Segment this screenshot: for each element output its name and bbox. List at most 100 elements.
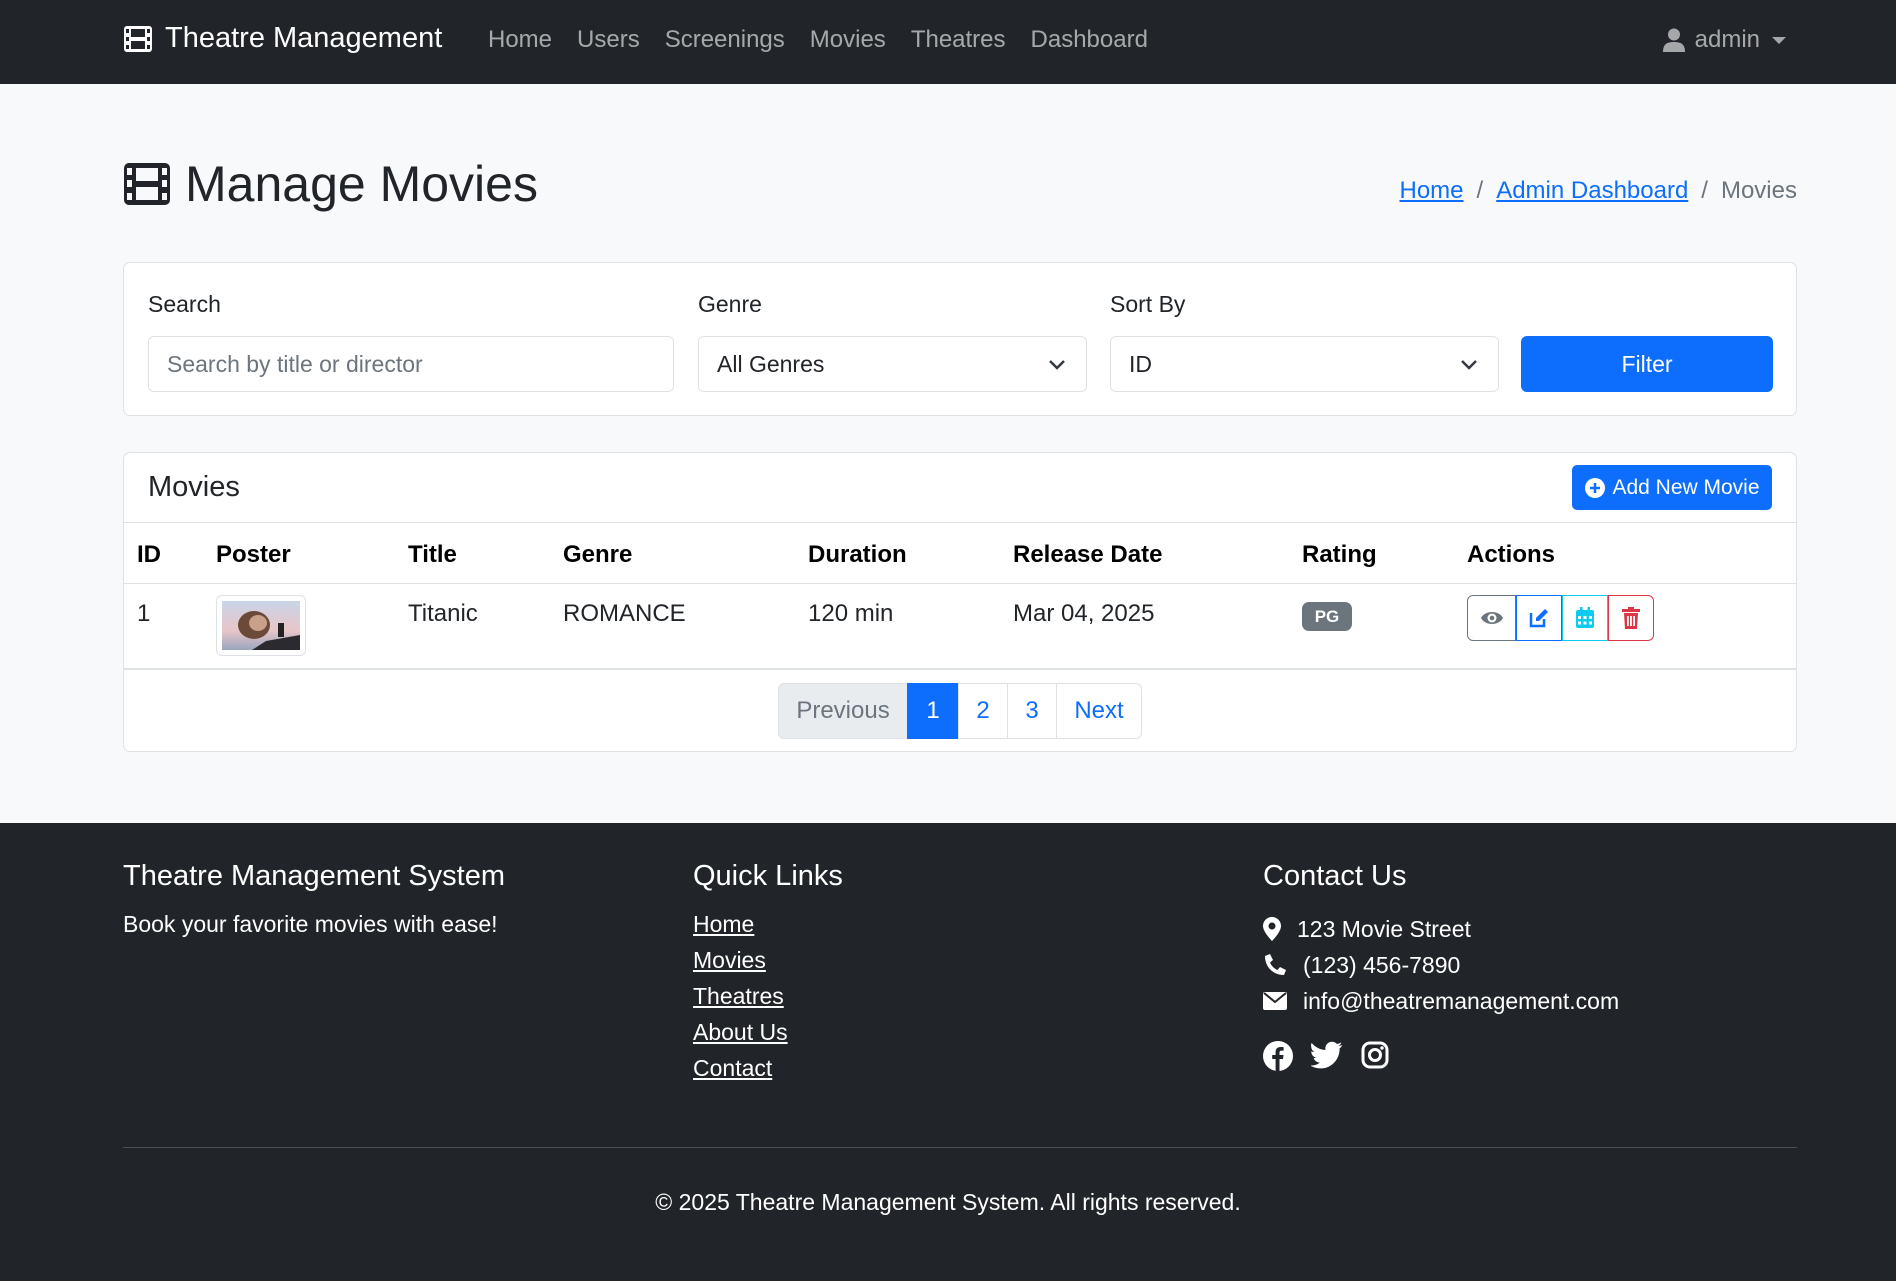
contact-address-text: 123 Movie Street xyxy=(1297,915,1471,942)
user-dropdown[interactable]: admin xyxy=(1662,26,1786,54)
add-new-movie-label: Add New Movie xyxy=(1612,475,1760,499)
add-new-movie-button[interactable]: Add New Movie xyxy=(1572,465,1772,510)
genre-select-value: All Genres xyxy=(717,350,825,377)
view-button[interactable] xyxy=(1467,595,1516,641)
nav-links: Home Users Screenings Movies Theatres Da… xyxy=(488,26,1173,54)
user-icon xyxy=(1662,28,1685,52)
footer-link-theatres[interactable]: Theatres xyxy=(693,983,788,1019)
brand-text: Theatre Management xyxy=(165,22,443,54)
breadcrumb-separator: / xyxy=(1701,177,1708,204)
movies-card-title: Movies xyxy=(148,471,240,503)
filter-button[interactable]: Filter xyxy=(1521,336,1773,392)
facebook-icon[interactable] xyxy=(1263,1041,1293,1071)
phone-icon xyxy=(1265,954,1286,975)
nav-screenings[interactable]: Screenings xyxy=(665,26,785,54)
film-icon xyxy=(124,25,152,52)
envelope-icon xyxy=(1263,992,1287,1010)
map-marker-icon xyxy=(1263,917,1281,941)
contact-phone: (123) 456-7890 xyxy=(1263,947,1619,983)
cell-title: Titanic xyxy=(408,600,478,627)
edit-icon xyxy=(1529,609,1548,628)
rating-badge: PG xyxy=(1302,602,1352,631)
footer-divider xyxy=(123,1147,1797,1148)
nav-theatres[interactable]: Theatres xyxy=(911,26,1006,54)
plus-circle-icon xyxy=(1585,477,1606,498)
top-navbar: Theatre Management Home Users Screenings… xyxy=(0,0,1896,84)
nav-users[interactable]: Users xyxy=(577,26,640,54)
user-name: admin xyxy=(1694,26,1760,53)
footer-about-text: Book your favorite movies with ease! xyxy=(123,911,498,937)
search-input[interactable]: Search by title or director xyxy=(148,336,674,392)
column-header-duration: Duration xyxy=(808,541,907,568)
column-header-id: ID xyxy=(137,541,161,568)
column-header-genre: Genre xyxy=(563,541,633,568)
twitter-icon[interactable] xyxy=(1311,1041,1343,1069)
brand-link[interactable]: Theatre Management xyxy=(123,22,442,55)
chevron-down-icon xyxy=(1461,360,1477,370)
nav-dashboard[interactable]: Dashboard xyxy=(1031,26,1148,54)
schedule-button[interactable] xyxy=(1562,595,1608,641)
breadcrumb: Home / Admin Dashboard / Movies xyxy=(1399,177,1797,205)
footer-contact-info: 123 Movie Street (123) 456-7890 info@the… xyxy=(1263,911,1619,1019)
page-title: Manage Movies xyxy=(123,155,538,213)
nav-home[interactable]: Home xyxy=(488,26,552,54)
sort-label: Sort By xyxy=(1110,291,1186,317)
column-header-actions: Actions xyxy=(1467,541,1556,568)
contact-email: info@theatremanagement.com xyxy=(1263,983,1619,1019)
pagination-page-1[interactable]: 1 xyxy=(907,683,959,739)
table-row: 1 Titanic ROMANCE 120 min Mar 04, 2025 P… xyxy=(124,584,1796,670)
footer-link-about-us[interactable]: About Us xyxy=(693,1019,788,1055)
breadcrumb-separator: / xyxy=(1476,177,1484,204)
poster-image xyxy=(222,601,300,650)
column-header-title: Title xyxy=(408,541,457,568)
contact-email-text: info@theatremanagement.com xyxy=(1303,987,1620,1014)
nav-movies[interactable]: Movies xyxy=(810,26,886,54)
caret-down-icon xyxy=(1772,36,1786,44)
table-header-row: ID Poster Title Genre Duration Release D… xyxy=(124,523,1796,584)
pagination-page-2[interactable]: 2 xyxy=(958,683,1008,739)
search-label: Search xyxy=(148,291,221,317)
filter-card: Search Search by title or director Genre… xyxy=(123,262,1797,416)
footer-link-movies[interactable]: Movies xyxy=(693,947,788,983)
cell-duration: 120 min xyxy=(808,600,894,627)
genre-select[interactable]: All Genres xyxy=(698,336,1087,392)
column-header-poster: Poster xyxy=(216,541,291,568)
footer-contact-title: Contact Us xyxy=(1263,860,1407,892)
footer-about-title: Theatre Management System xyxy=(123,860,506,892)
film-icon xyxy=(124,163,170,205)
movies-card: Movies Add New Movie ID Poster Title Gen… xyxy=(123,452,1797,752)
pagination-next[interactable]: Next xyxy=(1056,683,1142,739)
page-title-text: Manage Movies xyxy=(185,156,538,212)
column-header-release-date: Release Date xyxy=(1013,541,1163,568)
sort-select[interactable]: ID xyxy=(1110,336,1499,392)
column-header-rating: Rating xyxy=(1302,541,1377,568)
delete-button[interactable] xyxy=(1608,595,1654,641)
footer-quick-links-title: Quick Links xyxy=(693,860,843,892)
edit-button[interactable] xyxy=(1516,595,1562,641)
copyright-text: © 2025 Theatre Management System. All ri… xyxy=(655,1189,1241,1215)
contact-address: 123 Movie Street xyxy=(1263,911,1619,947)
footer-quick-links: Home Movies Theatres About Us Contact xyxy=(693,911,788,1091)
breadcrumb-admin-dashboard[interactable]: Admin Dashboard xyxy=(1496,177,1688,205)
eye-icon xyxy=(1480,612,1503,624)
cell-release-date: Mar 04, 2025 xyxy=(1013,600,1155,627)
pagination: Previous 1 2 3 Next xyxy=(778,683,1142,739)
contact-phone-text: (123) 456-7890 xyxy=(1303,951,1461,978)
sort-select-value: ID xyxy=(1129,350,1152,377)
pagination-page-3[interactable]: 3 xyxy=(1007,683,1057,739)
calendar-icon xyxy=(1576,607,1594,628)
footer-link-contact[interactable]: Contact xyxy=(693,1055,788,1091)
footer-link-home[interactable]: Home xyxy=(693,911,788,947)
genre-label: Genre xyxy=(698,291,762,317)
instagram-icon[interactable] xyxy=(1361,1041,1389,1069)
cell-id: 1 xyxy=(137,600,151,627)
pagination-previous[interactable]: Previous xyxy=(778,683,908,739)
social-links xyxy=(1263,1041,1407,1071)
chevron-down-icon xyxy=(1049,360,1065,370)
trash-icon xyxy=(1622,607,1640,629)
row-actions xyxy=(1467,595,1654,641)
footer: Theatre Management System Book your favo… xyxy=(0,823,1896,1281)
breadcrumb-home[interactable]: Home xyxy=(1399,177,1463,205)
cell-genre: ROMANCE xyxy=(563,600,686,627)
breadcrumb-current: Movies xyxy=(1720,177,1797,204)
